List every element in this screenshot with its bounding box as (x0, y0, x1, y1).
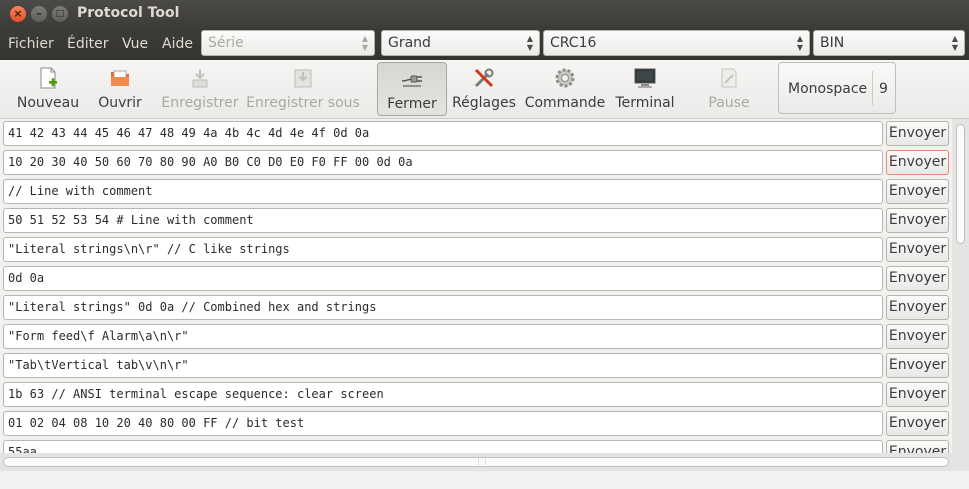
font-button-separator (872, 71, 873, 105)
updown-arrows-icon: ▲ ▼ (361, 34, 368, 52)
menu-file[interactable]: Fichier (8, 36, 54, 52)
terminal-button-label: Terminal (615, 95, 675, 111)
command-entry[interactable]: 0d 0a (3, 266, 883, 291)
scroll-corner (952, 453, 969, 471)
save-icon (192, 69, 208, 88)
command-entry[interactable]: 1b 63 // ANSI terminal escape sequence: … (3, 382, 883, 407)
command-row: 10 20 30 40 50 60 70 80 90 A0 B0 C0 D0 E… (0, 148, 952, 177)
command-entry[interactable]: "Literal strings" 0d 0a // Combined hex … (3, 295, 883, 320)
send-button[interactable]: Envoyer (886, 208, 949, 233)
save-button-label: Enregistrer (161, 95, 239, 111)
close-window-button[interactable]: × (10, 6, 26, 22)
settings-button[interactable]: Réglages (450, 62, 518, 116)
new-button-label: Nouveau (16, 95, 80, 111)
command-entry[interactable]: 01 02 04 08 10 20 40 80 00 FF // bit tes… (3, 411, 883, 436)
command-list: 41 42 43 44 45 46 47 48 49 4a 4b 4c 4d 4… (0, 119, 969, 489)
open-folder-icon (111, 70, 129, 86)
title-bar: × – □ Protocol Tool (0, 0, 969, 28)
command-row: 50 51 52 53 54 # Line with comment Envoy… (0, 206, 952, 235)
gear-icon (555, 68, 575, 88)
new-document-icon (40, 67, 57, 89)
window-title: Protocol Tool (77, 5, 180, 21)
command-row: 0d 0a Envoyer (0, 264, 952, 293)
bottom-padding (0, 471, 969, 489)
new-button[interactable]: Nouveau (12, 62, 84, 116)
send-button[interactable]: Envoyer (886, 295, 949, 320)
command-button[interactable]: Commande (522, 62, 608, 116)
send-button[interactable]: Envoyer (886, 266, 949, 291)
command-row: // Line with comment Envoyer (0, 177, 952, 206)
save-as-icon (294, 69, 312, 88)
send-button[interactable]: Envoyer (886, 324, 949, 349)
format-select-value: BIN (820, 35, 845, 51)
command-button-label: Commande (524, 95, 606, 111)
command-entry[interactable]: "Literal strings\n\r" // C like strings (3, 237, 883, 262)
command-row: 01 02 04 08 10 20 40 80 00 FF // bit tes… (0, 409, 952, 438)
checksum-select-value: CRC16 (550, 35, 597, 51)
minimize-window-button[interactable]: – (31, 6, 47, 22)
tools-icon (474, 68, 494, 88)
menu-help[interactable]: Aide (162, 36, 193, 52)
send-button[interactable]: Envoyer (886, 179, 949, 204)
updown-arrows-icon: ▲ ▼ (526, 34, 533, 52)
maximize-window-button[interactable]: □ (52, 6, 68, 22)
port-select-value: Série (208, 35, 244, 51)
send-button[interactable]: Envoyer (886, 382, 949, 407)
command-row: "Literal strings" 0d 0a // Combined hex … (0, 293, 952, 322)
vertical-scroll-thumb[interactable] (956, 124, 965, 244)
vertical-scrollbar[interactable] (952, 119, 969, 471)
command-row: "Tab\tVertical tab\v\n\r" Envoyer (0, 351, 952, 380)
font-name: Monospace (788, 81, 868, 97)
updown-arrows-icon: ▲ ▼ (951, 34, 958, 52)
pause-button-label: Pause (708, 95, 750, 111)
size-select-value: Grand (388, 35, 431, 51)
command-entry[interactable]: "Tab\tVertical tab\v\n\r" (3, 353, 883, 378)
save-button[interactable]: Enregistrer (158, 62, 242, 116)
font-size: 9 (879, 81, 888, 97)
command-row: "Form feed\f Alarm\a\n\r" Envoyer (0, 322, 952, 351)
menu-edit[interactable]: Éditer (67, 36, 108, 52)
close-button-label: Fermer (387, 96, 437, 112)
port-select[interactable]: Série ▲ ▼ (201, 30, 375, 56)
command-entry[interactable]: 41 42 43 44 45 46 47 48 49 4a 4b 4c 4d 4… (3, 121, 883, 146)
send-button[interactable]: Envoyer (886, 237, 949, 262)
command-row: "Literal strings\n\r" // C like strings … (0, 235, 952, 264)
command-entry[interactable]: // Line with comment (3, 179, 883, 204)
updown-arrows-icon: ▲ ▼ (796, 34, 803, 52)
command-row: 41 42 43 44 45 46 47 48 49 4a 4b 4c 4d 4… (0, 119, 952, 148)
open-button[interactable]: Ouvrir (88, 62, 152, 116)
format-select[interactable]: BIN ▲ ▼ (813, 30, 965, 56)
grip-icon: ⋮⋮ (475, 458, 489, 466)
menu-view[interactable]: Vue (122, 36, 148, 52)
terminal-button[interactable]: Terminal (612, 62, 678, 116)
plug-icon (401, 75, 422, 87)
send-button[interactable]: Envoyer (886, 150, 949, 175)
settings-button-label: Réglages (452, 95, 516, 111)
command-row: 1b 63 // ANSI terminal escape sequence: … (0, 380, 952, 409)
send-button[interactable]: Envoyer (886, 353, 949, 378)
command-entry[interactable]: "Form feed\f Alarm\a\n\r" (3, 324, 883, 349)
command-entry[interactable]: 50 51 52 53 54 # Line with comment (3, 208, 883, 233)
monitor-icon (634, 68, 656, 88)
send-button[interactable]: Envoyer (886, 121, 949, 146)
close-button[interactable]: Fermer (377, 62, 447, 116)
font-button[interactable]: Monospace 9 (778, 62, 896, 114)
edit-icon (721, 68, 737, 88)
size-select[interactable]: Grand ▲ ▼ (381, 30, 540, 56)
save-as-button-label: Enregistrer sous (246, 95, 360, 111)
command-entry[interactable]: 10 20 30 40 50 60 70 80 90 A0 B0 C0 D0 E… (3, 150, 883, 175)
horizontal-scroll-thumb[interactable]: ⋮⋮ (3, 457, 949, 467)
checksum-select[interactable]: CRC16 ▲ ▼ (543, 30, 810, 56)
save-as-button[interactable]: Enregistrer sous (246, 62, 360, 116)
send-button[interactable]: Envoyer (886, 411, 949, 436)
open-button-label: Ouvrir (98, 95, 142, 111)
pause-button[interactable]: Pause (700, 62, 758, 116)
horizontal-scrollbar[interactable]: ⋮⋮ (0, 453, 952, 471)
